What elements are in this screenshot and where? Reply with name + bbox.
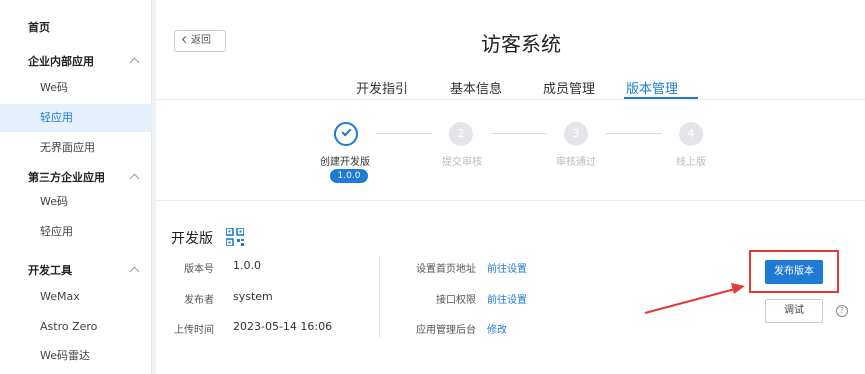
step-connector [376, 133, 432, 134]
sidebar-group-label: 开发工具 [28, 264, 72, 277]
field-label-upload-time: 上传时间 [174, 325, 214, 336]
help-icon[interactable]: ? [836, 305, 848, 317]
sidebar-group-internal[interactable]: 企业内部应用 [0, 48, 152, 76]
sidebar-item-we-code[interactable]: We码 [0, 74, 152, 102]
page-title: 访客系统 [481, 32, 561, 56]
step-4-circle: 4 [679, 122, 703, 146]
field-value-publisher: system [233, 290, 273, 303]
chevron-up-icon [129, 173, 140, 184]
sidebar-item-home[interactable]: 首页 [0, 14, 152, 42]
setting-label-admin-backend: 应用管理后台 [416, 325, 476, 336]
sidebar-group-label: 企业内部应用 [28, 55, 94, 68]
step-2-label: 提交审核 [442, 157, 482, 168]
admin-backend-edit-link[interactable]: 修改 [487, 321, 507, 336]
main-panel: 返回 访客系统 开发指引 基本信息 成员管理 版本管理 2 3 4 创建开发版 … [156, 0, 865, 374]
chevron-left-icon [181, 35, 190, 44]
step-4-label: 线上版 [676, 157, 706, 168]
step-connector [606, 133, 662, 134]
sidebar-item-wemax[interactable]: WeMax [0, 283, 152, 311]
sidebar-group-dev-tools[interactable]: 开发工具 [0, 257, 152, 285]
sidebar-item-we-code[interactable]: We码 [0, 188, 152, 216]
step-3-label: 审核通过 [556, 157, 596, 168]
version-badge: 1.0.0 [330, 169, 368, 183]
step-1-label: 创建开发版 [320, 157, 370, 168]
step-3-circle: 3 [564, 122, 588, 146]
homepage-setting-link[interactable]: 前往设置 [487, 260, 527, 275]
back-button[interactable]: 返回 [174, 30, 226, 52]
sidebar-item-headless-app[interactable]: 无界面应用 [0, 134, 152, 162]
tab-basic-info[interactable]: 基本信息 [450, 78, 502, 97]
sidebar-item-we-code-radar[interactable]: We码雷达 [0, 342, 152, 370]
tabs-divider [156, 99, 865, 100]
step-2-circle: 2 [449, 122, 473, 146]
field-value-upload-time: 2023-05-14 16:06 [233, 320, 333, 333]
dev-version-title: 开发版 [171, 231, 213, 247]
tab-members[interactable]: 成员管理 [543, 78, 595, 97]
step-1-check-icon [334, 122, 358, 146]
chevron-up-icon [129, 57, 140, 68]
tab-version-management[interactable]: 版本管理 [626, 78, 678, 97]
back-label: 返回 [191, 35, 211, 46]
qr-code-icon[interactable] [226, 228, 244, 246]
debug-button[interactable]: 调试 [765, 299, 823, 323]
publish-version-button[interactable]: 发布版本 [765, 260, 823, 284]
field-value-version: 1.0.0 [233, 259, 261, 272]
api-permission-link[interactable]: 前往设置 [487, 291, 527, 306]
chevron-up-icon [129, 266, 140, 277]
setting-label-homepage: 设置首页地址 [416, 264, 476, 275]
section-divider [156, 200, 865, 201]
field-label-version: 版本号 [184, 264, 214, 275]
sidebar-group-label: 第三方企业应用 [28, 171, 105, 184]
sidebar: 首页 企业内部应用 We码 轻应用 无界面应用 第三方企业应用 We码 轻应用 … [0, 0, 152, 374]
sidebar-item-light-app[interactable]: 轻应用 [0, 218, 152, 246]
field-label-publisher: 发布者 [184, 295, 214, 306]
tab-dev-guide[interactable]: 开发指引 [356, 78, 408, 97]
sidebar-item-light-app[interactable]: 轻应用 [0, 104, 152, 132]
app-root: 首页 企业内部应用 We码 轻应用 无界面应用 第三方企业应用 We码 轻应用 … [0, 0, 865, 374]
setting-label-api-permission: 接口权限 [436, 295, 476, 306]
step-connector [491, 133, 547, 134]
vertical-divider [379, 256, 380, 338]
sidebar-item-astro-zero[interactable]: Astro Zero [0, 313, 152, 341]
